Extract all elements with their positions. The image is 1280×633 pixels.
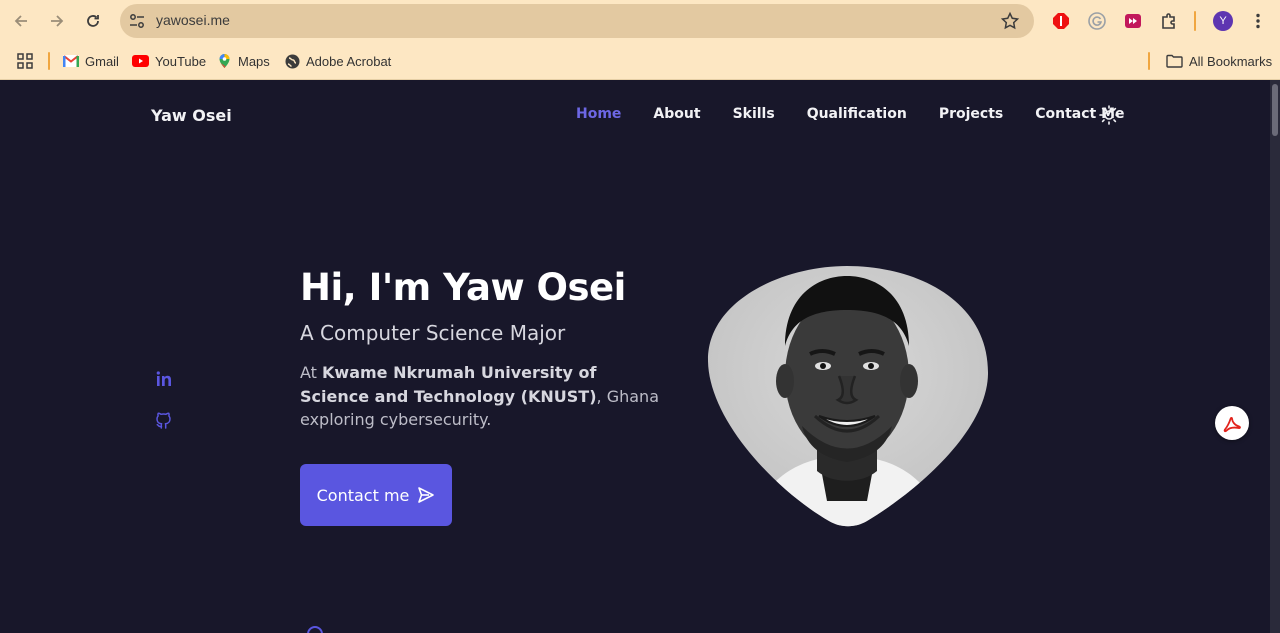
profile-avatar[interactable]: Y (1213, 11, 1233, 31)
bookmark-label: Adobe Acrobat (306, 53, 392, 69)
puzzle-icon (1162, 13, 1175, 29)
toolbar-divider (1194, 11, 1196, 31)
grammarly-icon (1088, 12, 1106, 30)
bookmark-label: Maps (238, 53, 270, 69)
acrobat-floating-button[interactable] (1215, 406, 1249, 440)
all-bookmarks-label: All Bookmarks (1189, 53, 1273, 69)
scrollbar-thumb[interactable] (1272, 84, 1278, 136)
globe-icon (285, 54, 300, 68)
contact-me-label: Contact me (316, 485, 410, 505)
nav-about[interactable]: About (653, 106, 700, 122)
bookmark-star-icon[interactable] (1000, 11, 1020, 31)
send-icon (418, 487, 435, 503)
nav-home[interactable]: Home (576, 106, 621, 122)
youtube-icon (132, 55, 149, 67)
bookmark-label: YouTube (155, 53, 207, 69)
extension-grammarly[interactable] (1087, 11, 1107, 31)
acrobat-icon (1223, 417, 1241, 433)
page-scrollbar[interactable] (1270, 80, 1280, 633)
bookmarks-bar: Gmail YouTube Maps Adobe Acrobat All Boo… (0, 42, 1280, 80)
gmail-icon (63, 55, 79, 67)
hero-title: Hi, I'm Yaw Osei (300, 266, 626, 309)
nav-qualification[interactable]: Qualification (807, 106, 907, 122)
sun-icon[interactable] (1099, 105, 1119, 125)
scroll-down-indicator[interactable] (307, 626, 323, 633)
hero-description: At Kwame Nkrumah University of Science a… (300, 361, 670, 432)
linkedin-icon[interactable] (155, 370, 173, 388)
extension-adblock[interactable] (1051, 11, 1071, 31)
site-logo[interactable]: Yaw Osei (151, 106, 232, 125)
extensions-button[interactable] (1159, 11, 1179, 31)
extension-video[interactable] (1123, 11, 1143, 31)
fast-forward-icon (1125, 14, 1141, 28)
site-nav: Home About Skills Qualification Projects… (576, 106, 1125, 122)
apps-grid-icon (17, 53, 33, 69)
site-settings-icon[interactable] (128, 12, 146, 30)
browser-toolbar: yawosei.me Y (0, 0, 1280, 42)
folder-icon (1166, 54, 1183, 68)
bookmark-adobe-acrobat[interactable]: Adobe Acrobat (285, 51, 391, 71)
url-text[interactable]: yawosei.me (156, 12, 230, 28)
more-vertical-icon (1256, 13, 1260, 29)
nav-skills[interactable]: Skills (733, 106, 775, 122)
web-page: Yaw Osei Home About Skills Qualification… (0, 80, 1270, 633)
apps-button[interactable] (16, 51, 34, 71)
nav-projects[interactable]: Projects (939, 106, 1003, 122)
github-icon[interactable] (155, 411, 173, 429)
back-button[interactable] (10, 10, 32, 32)
bookmark-divider (1148, 52, 1150, 70)
reload-button[interactable] (82, 10, 104, 32)
profile-photo (707, 266, 989, 527)
arrow-left-icon (14, 15, 27, 27)
bookmark-maps[interactable]: Maps (217, 51, 270, 71)
all-bookmarks-button[interactable]: All Bookmarks (1166, 51, 1272, 71)
desc-prefix: At (300, 363, 323, 382)
reload-icon (87, 15, 99, 27)
bookmark-youtube[interactable]: YouTube (132, 51, 206, 71)
forward-button[interactable] (46, 10, 68, 32)
bookmark-gmail[interactable]: Gmail (63, 51, 119, 71)
university-name: Kwame Nkrumah University of Science and … (300, 363, 597, 406)
maps-icon (219, 54, 230, 68)
arrow-right-icon (51, 15, 64, 27)
hero-subtitle: A Computer Science Major (300, 321, 566, 345)
address-bar[interactable] (120, 4, 1034, 38)
contact-me-button[interactable]: Contact me (300, 464, 452, 526)
browser-menu-button[interactable] (1248, 11, 1268, 31)
stop-sign-icon (1053, 13, 1069, 29)
bookmark-divider (48, 52, 50, 70)
bookmark-label: Gmail (85, 53, 119, 69)
